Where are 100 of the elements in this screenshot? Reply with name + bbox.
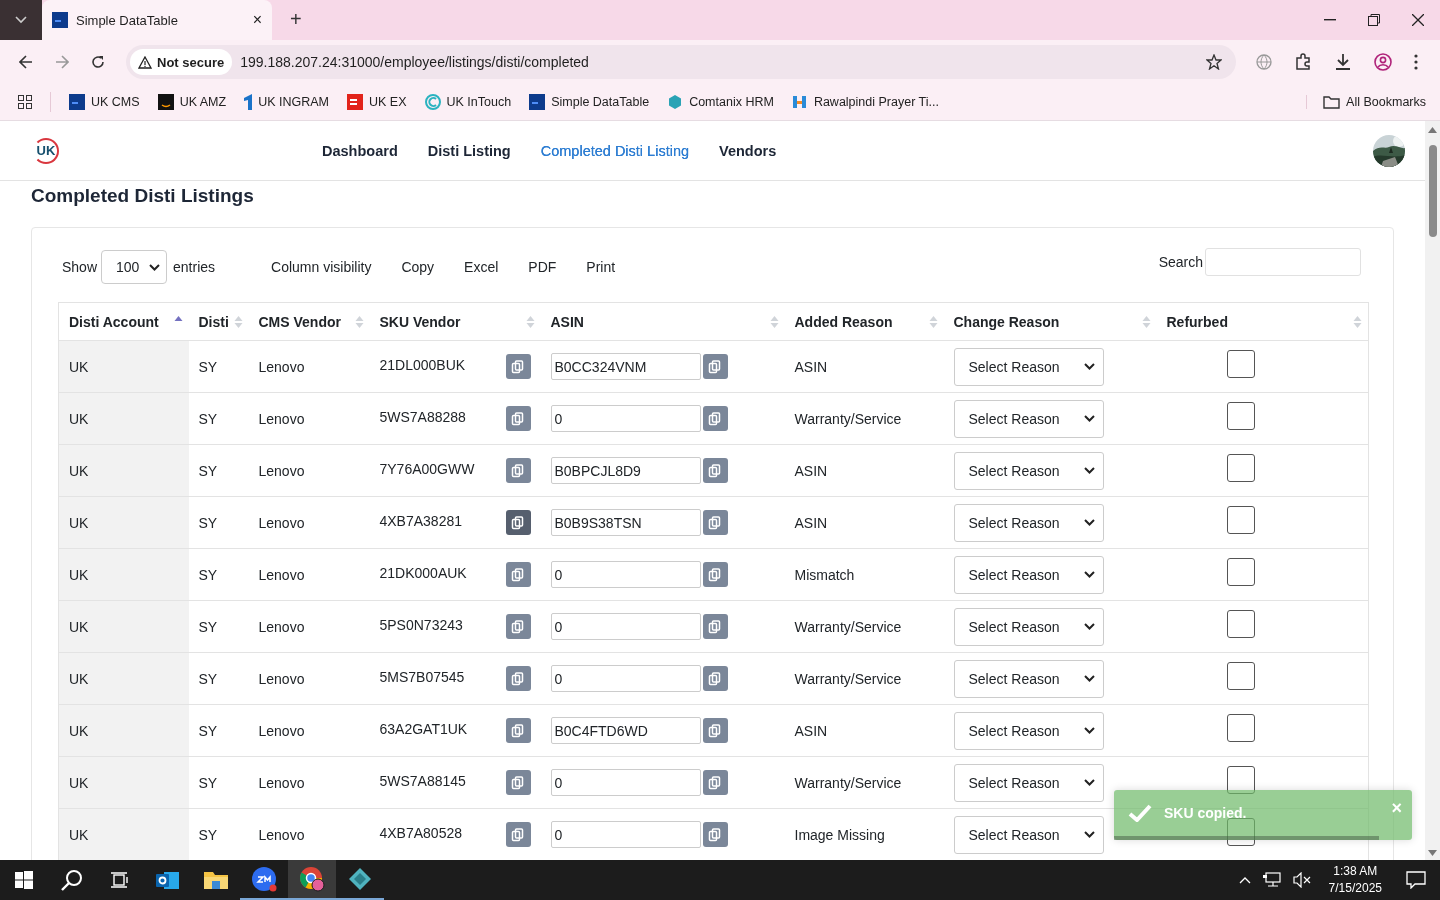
page-length-dropdown[interactable]: 100 — [101, 250, 168, 284]
copy-button[interactable] — [505, 562, 531, 587]
column-header[interactable]: Refurbed — [1166, 313, 1228, 330]
mail-app-icon[interactable] — [156, 869, 180, 891]
reason-dropdown[interactable]: Select Reason — [953, 451, 1104, 490]
folder-icon[interactable] — [204, 870, 228, 890]
reason-dropdown[interactable]: Select Reason — [953, 711, 1104, 750]
column-header[interactable]: SKU Vendor — [379, 313, 461, 330]
export-button[interactable]: Column visibility — [271, 259, 372, 275]
task-view-icon[interactable] — [111, 872, 129, 888]
nav-link[interactable]: Dashboard — [322, 142, 398, 159]
back-icon[interactable] — [19, 55, 33, 69]
column-header[interactable]: CMS Vendor — [258, 313, 341, 330]
bookmark-link[interactable]: UK AMZ — [179, 95, 227, 109]
copy-button[interactable] — [505, 354, 531, 379]
tab-list-icon[interactable] — [15, 16, 27, 24]
copy-button[interactable] — [505, 614, 531, 639]
windows-start-icon[interactable] — [15, 871, 33, 889]
bookmark-link[interactable]: UK EX — [369, 95, 407, 109]
copy-button[interactable] — [505, 822, 531, 847]
copy-button[interactable] — [505, 770, 531, 795]
nav-link[interactable]: Disti Listing — [427, 142, 511, 159]
close-icon[interactable] — [1412, 14, 1424, 26]
restore-icon[interactable] — [1368, 14, 1380, 26]
clock-time[interactable]: 1:38 AM — [1333, 863, 1378, 880]
star-icon[interactable] — [1206, 54, 1222, 70]
asin-field[interactable]: 0 — [550, 665, 701, 692]
extensions-icon[interactable] — [1294, 53, 1312, 71]
asin-field[interactable]: B0C4FTD6WD — [550, 717, 701, 744]
refurbed-checkbox[interactable] — [1226, 401, 1255, 430]
search-field[interactable] — [1205, 248, 1361, 276]
reload-icon[interactable] — [91, 55, 105, 69]
scroll-down-icon[interactable] — [1428, 850, 1437, 856]
refurbed-checkbox[interactable] — [1226, 557, 1255, 586]
column-header[interactable]: Disti Account — [69, 313, 159, 330]
scroll-up-icon[interactable] — [1428, 127, 1437, 133]
copy-button[interactable] — [505, 666, 531, 691]
reason-dropdown[interactable]: Select Reason — [953, 763, 1104, 802]
asin-field[interactable]: 0 — [550, 405, 701, 432]
security-chip[interactable]: Not secure — [130, 49, 233, 75]
bookmark-link[interactable]: UK CMS — [91, 95, 140, 109]
column-header[interactable]: ASIN — [550, 313, 584, 330]
copy-button[interactable] — [505, 718, 531, 743]
reason-dropdown[interactable]: Select Reason — [953, 399, 1104, 438]
bookmark-link[interactable]: UK INGRAM — [258, 95, 329, 109]
notifications-icon[interactable] — [1406, 871, 1426, 889]
apps-icon[interactable] — [18, 95, 32, 109]
reason-dropdown[interactable]: Select Reason — [953, 347, 1104, 386]
bookmark-link[interactable]: Simple DataTable — [551, 95, 650, 109]
reason-dropdown[interactable]: Select Reason — [953, 555, 1104, 594]
url-field[interactable]: 199.188.207.24:31000/employee/listings/disti/completed — [240, 54, 1206, 70]
asin-field[interactable]: 0 — [550, 613, 701, 640]
minimize-icon[interactable] — [1324, 19, 1336, 21]
copy-button[interactable] — [702, 822, 728, 847]
column-header[interactable]: Disti — [198, 313, 229, 330]
app-icon[interactable] — [348, 867, 372, 891]
copy-button[interactable] — [702, 510, 728, 535]
reason-dropdown[interactable]: Select Reason — [953, 815, 1104, 854]
column-header[interactable]: Added Reason — [794, 313, 893, 330]
bookmark-link[interactable]: Comtanix HRM — [689, 95, 774, 109]
bookmark-link[interactable]: UK InTouch — [446, 95, 512, 109]
reason-dropdown[interactable]: Select Reason — [953, 503, 1104, 542]
asin-field[interactable]: 0 — [550, 821, 701, 848]
browser-icon[interactable] — [299, 866, 325, 892]
export-button[interactable]: Excel — [464, 259, 499, 275]
column-header[interactable]: Change Reason — [953, 313, 1060, 330]
asin-field[interactable]: 0 — [550, 769, 701, 796]
reason-dropdown[interactable]: Select Reason — [953, 607, 1104, 646]
nav-link[interactable]: Vendors — [719, 142, 777, 159]
nav-link[interactable]: Completed Disti Listing — [540, 142, 690, 159]
refurbed-checkbox[interactable] — [1226, 349, 1255, 378]
reason-dropdown[interactable]: Select Reason — [953, 659, 1104, 698]
asin-field[interactable]: B0BPCJL8D9 — [550, 457, 701, 484]
copy-button[interactable] — [702, 718, 728, 743]
speaker-muted-icon[interactable] — [1292, 872, 1311, 888]
close-tab-button[interactable]: × — [252, 11, 262, 29]
copy-button[interactable] — [702, 562, 728, 587]
refurbed-checkbox[interactable] — [1226, 505, 1255, 534]
scrollbar-thumb[interactable] — [1428, 145, 1437, 237]
search-icon[interactable] — [61, 869, 83, 891]
copy-button[interactable] — [505, 406, 531, 431]
all-bookmarks-link[interactable]: All Bookmarks — [1346, 95, 1426, 109]
refurbed-checkbox[interactable] — [1226, 609, 1255, 638]
export-button[interactable]: Print — [586, 259, 616, 275]
copy-button[interactable] — [702, 770, 728, 795]
export-button[interactable]: PDF — [528, 259, 557, 275]
copy-button[interactable] — [702, 458, 728, 483]
asin-field[interactable]: B0CC324VNM — [550, 353, 701, 380]
clock-date[interactable]: 7/15/2025 — [1328, 880, 1382, 897]
chevron-up-icon[interactable] — [1238, 876, 1251, 884]
copy-button[interactable] — [505, 458, 531, 483]
copy-button[interactable] — [702, 666, 728, 691]
network-icon[interactable] — [1262, 872, 1281, 888]
browser-tab[interactable]: Simple DataTable × — [42, 0, 272, 40]
video-app-icon[interactable] — [251, 866, 277, 892]
copy-button[interactable] — [505, 510, 531, 535]
copy-button[interactable] — [702, 354, 728, 379]
refurbed-checkbox[interactable] — [1226, 661, 1255, 690]
copy-button[interactable] — [702, 406, 728, 431]
globe-icon[interactable] — [1256, 54, 1272, 70]
